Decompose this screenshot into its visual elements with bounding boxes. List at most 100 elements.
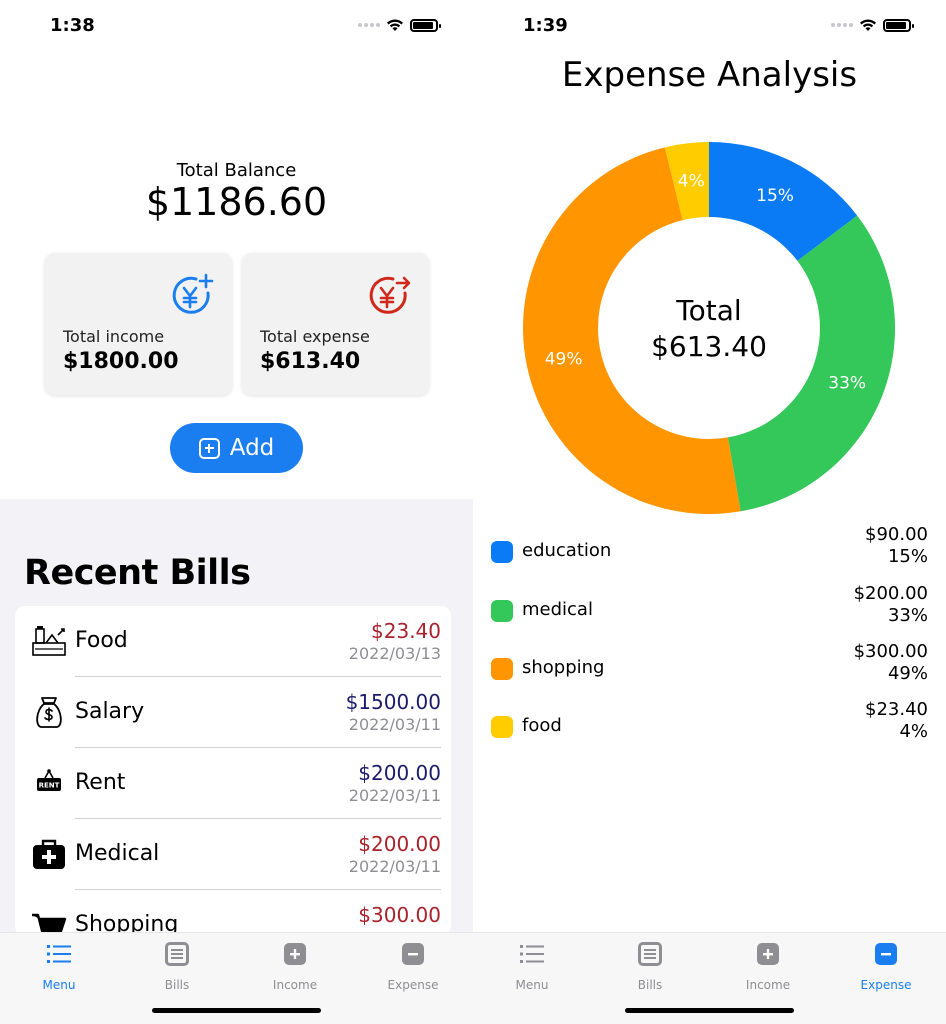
legend-name: education bbox=[522, 540, 612, 561]
money-bag-icon bbox=[36, 697, 62, 728]
balance-amount: $1186.60 bbox=[145, 180, 328, 224]
tab-label: Expense bbox=[387, 978, 439, 992]
expense-card[interactable]: Total expense $613.40 bbox=[242, 253, 429, 395]
legend-percent: 4% bbox=[899, 721, 928, 742]
bill-amount: $1500.00 bbox=[345, 690, 441, 714]
tab-label: Menu bbox=[515, 978, 549, 992]
bill-row-salary[interactable]: Salary $1500.00 2022/03/11 bbox=[15, 677, 451, 748]
medical-kit-icon bbox=[33, 839, 65, 869]
legend-percent: 33% bbox=[887, 605, 928, 626]
bill-amount: $300.00 bbox=[358, 903, 441, 927]
balance-title: Total Balance bbox=[176, 160, 297, 181]
bill-row-shopping[interactable]: Shopping $300.00 bbox=[15, 890, 451, 936]
status-icons bbox=[831, 18, 914, 32]
center-value: $613.40 bbox=[651, 330, 767, 363]
slice-medical[interactable] bbox=[727, 215, 895, 512]
bill-date: 2022/03/11 bbox=[348, 857, 441, 876]
home-indicator[interactable] bbox=[625, 1008, 794, 1013]
minus-square-icon bbox=[875, 943, 897, 965]
legend-swatch bbox=[491, 658, 513, 680]
expense-label: Total expense bbox=[260, 327, 370, 346]
income-value: $1800.00 bbox=[63, 349, 179, 374]
bills-icon bbox=[638, 942, 662, 966]
plus-square-icon bbox=[198, 437, 220, 459]
add-button[interactable]: Add bbox=[170, 423, 303, 473]
income-label: Total income bbox=[63, 327, 165, 346]
bill-amount: $200.00 bbox=[358, 761, 441, 785]
home-indicator[interactable] bbox=[152, 1008, 321, 1013]
bill-amount: $23.40 bbox=[371, 619, 441, 643]
tab-label: Income bbox=[272, 978, 318, 992]
bill-amount: $200.00 bbox=[358, 832, 441, 856]
tab-label: Bills bbox=[164, 978, 190, 992]
tab-bills[interactable]: Bills bbox=[610, 941, 690, 992]
minus-square-icon bbox=[402, 943, 424, 965]
bill-name: Medical bbox=[75, 841, 160, 866]
tab-income[interactable]: Income bbox=[255, 941, 335, 992]
legend-row-education[interactable]: education $90.00 15% bbox=[473, 524, 946, 585]
bill-row-food[interactable]: Food $23.40 2022/03/13 bbox=[15, 606, 451, 677]
home-screen: 1:38 Total Balance $1186.60 Total income… bbox=[0, 0, 473, 1024]
bill-row-medical[interactable]: Medical $200.00 2022/03/11 bbox=[15, 819, 451, 890]
plus-square-icon bbox=[284, 943, 306, 965]
bill-date: 2022/03/11 bbox=[348, 786, 441, 805]
tab-menu[interactable]: Menu bbox=[19, 941, 99, 992]
legend-amount: $300.00 bbox=[853, 641, 928, 662]
bill-list[interactable]: Food $23.40 2022/03/13 Salary $1500.00 2… bbox=[15, 606, 451, 936]
bill-name: Salary bbox=[75, 699, 145, 724]
legend-name: food bbox=[522, 715, 562, 736]
tab-bills[interactable]: Bills bbox=[137, 941, 217, 992]
status-time: 1:39 bbox=[523, 15, 568, 36]
legend-percent: 15% bbox=[887, 546, 928, 567]
bill-name: Rent bbox=[75, 770, 126, 795]
bill-name: Food bbox=[75, 628, 128, 653]
legend-swatch bbox=[491, 541, 513, 563]
legend-percent: 49% bbox=[887, 663, 928, 684]
legend-amount: $23.40 bbox=[865, 699, 928, 720]
legend-row-food[interactable]: food $23.40 4% bbox=[473, 699, 946, 760]
status-time: 1:38 bbox=[50, 15, 95, 36]
expense-value: $613.40 bbox=[260, 349, 361, 374]
recent-bills-title: Recent Bills bbox=[24, 553, 251, 593]
status-icons bbox=[358, 18, 441, 32]
bill-row-rent[interactable]: RENT Rent $200.00 2022/03/11 bbox=[15, 748, 451, 819]
slice-label-education: 15% bbox=[756, 186, 794, 206]
list-icon bbox=[47, 945, 71, 963]
tab-expense[interactable]: Expense bbox=[846, 941, 926, 992]
tab-income[interactable]: Income bbox=[728, 941, 808, 992]
tab-label: Income bbox=[745, 978, 791, 992]
bill-date: 2022/03/13 bbox=[348, 644, 441, 663]
tab-label: Expense bbox=[860, 978, 912, 992]
grocery-icon bbox=[32, 626, 66, 656]
wifi-icon bbox=[387, 19, 403, 31]
bill-date: 2022/03/11 bbox=[348, 715, 441, 734]
tab-menu[interactable]: Menu bbox=[492, 941, 572, 992]
income-card[interactable]: Total income $1800.00 bbox=[45, 253, 232, 395]
signal-icon bbox=[358, 23, 380, 27]
wifi-icon bbox=[860, 19, 876, 31]
page-title: Expense Analysis bbox=[561, 55, 858, 95]
center-label: Total bbox=[675, 294, 741, 327]
signal-icon bbox=[831, 23, 853, 27]
slice-label-medical: 33% bbox=[828, 373, 866, 393]
battery-icon bbox=[410, 18, 441, 32]
yen-plus-icon bbox=[172, 273, 214, 314]
legend-amount: $200.00 bbox=[853, 583, 928, 604]
expense-donut-chart[interactable]: 15% 33% 49% 4% Total $613.40 bbox=[473, 130, 946, 525]
legend-swatch bbox=[491, 600, 513, 622]
legend-row-shopping[interactable]: shopping $300.00 49% bbox=[473, 641, 946, 702]
slice-label-shopping: 49% bbox=[545, 349, 583, 369]
plus-square-icon bbox=[757, 943, 779, 965]
add-button-label: Add bbox=[229, 435, 275, 461]
tab-label: Menu bbox=[42, 978, 76, 992]
battery-icon bbox=[883, 18, 914, 32]
legend-swatch bbox=[491, 716, 513, 738]
slice-label-food: 4% bbox=[678, 172, 705, 192]
legend-row-medical[interactable]: medical $200.00 33% bbox=[473, 583, 946, 644]
legend-name: medical bbox=[522, 599, 593, 620]
yen-arrow-icon bbox=[369, 276, 411, 314]
tab-expense[interactable]: Expense bbox=[373, 941, 453, 992]
rent-sign-icon: RENT bbox=[37, 769, 61, 791]
expense-analysis-screen: 1:39 Expense Analysis 15% 33% 49% 4% Total … bbox=[473, 0, 946, 1024]
bills-icon bbox=[165, 942, 189, 966]
